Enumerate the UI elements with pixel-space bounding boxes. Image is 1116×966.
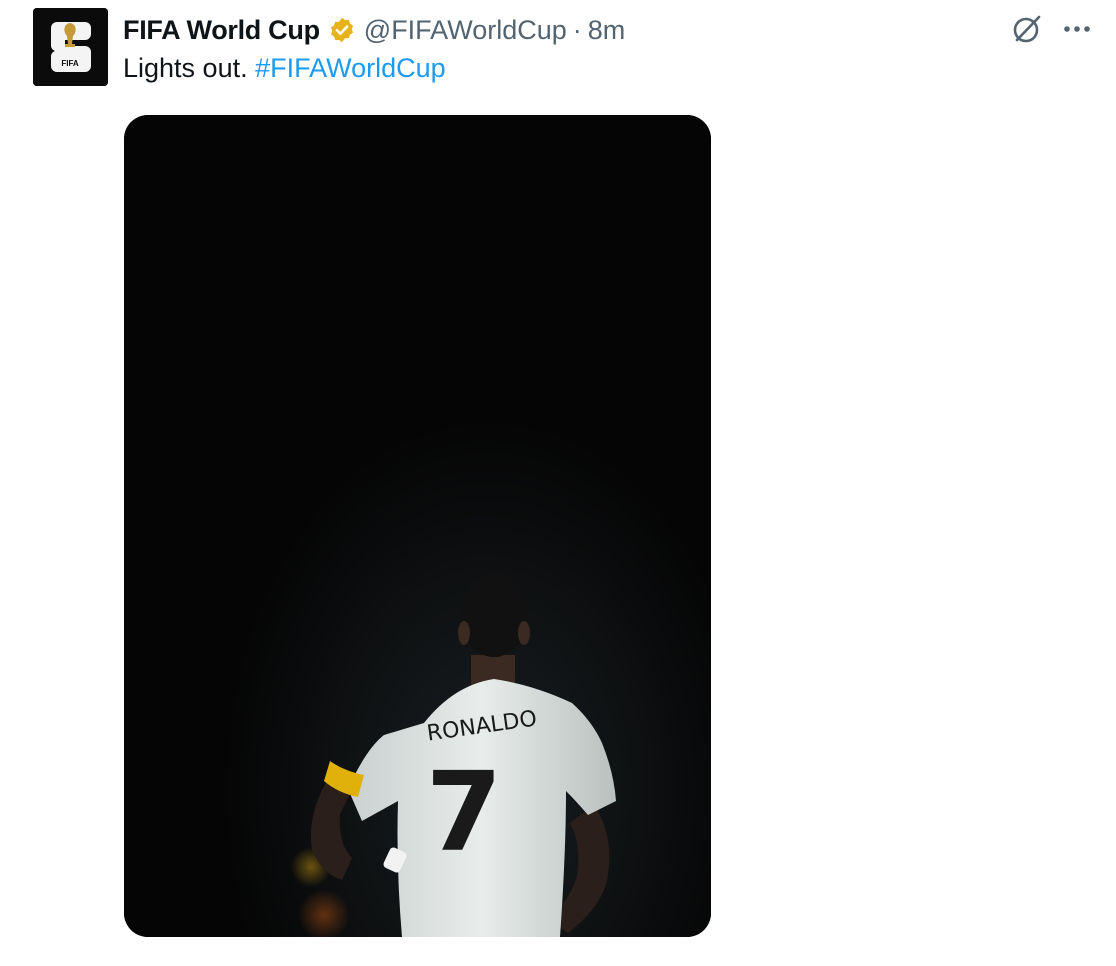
- grok-button[interactable]: [1008, 10, 1046, 48]
- separator-dot: ·: [572, 14, 582, 45]
- author-name[interactable]: FIFA World Cup: [123, 15, 320, 46]
- tweet-header: FIFA World Cup @FIFAWorldCup · 8m: [123, 10, 625, 50]
- author-handle[interactable]: @FIFAWorldCup: [364, 15, 567, 46]
- author-avatar[interactable]: FIFA: [33, 8, 108, 86]
- tweet-media-photo[interactable]: RONALDO 7: [124, 115, 711, 937]
- more-options-button[interactable]: [1058, 10, 1096, 48]
- tweet-text: Lights out. #FIFAWorldCup: [123, 53, 446, 84]
- grok-icon: [1013, 15, 1041, 43]
- verified-badge-icon[interactable]: [328, 16, 356, 44]
- tweet-timestamp[interactable]: 8m: [588, 15, 626, 46]
- fifa-logo-icon: FIFA: [33, 8, 108, 86]
- avatar-label: FIFA: [61, 59, 79, 68]
- jersey-number: 7: [426, 748, 503, 876]
- hashtag-link[interactable]: #FIFAWorldCup: [255, 53, 446, 83]
- player-photo: RONALDO 7: [124, 115, 711, 937]
- tweet-text-body: Lights out.: [123, 53, 248, 83]
- more-options-icon: [1064, 26, 1090, 32]
